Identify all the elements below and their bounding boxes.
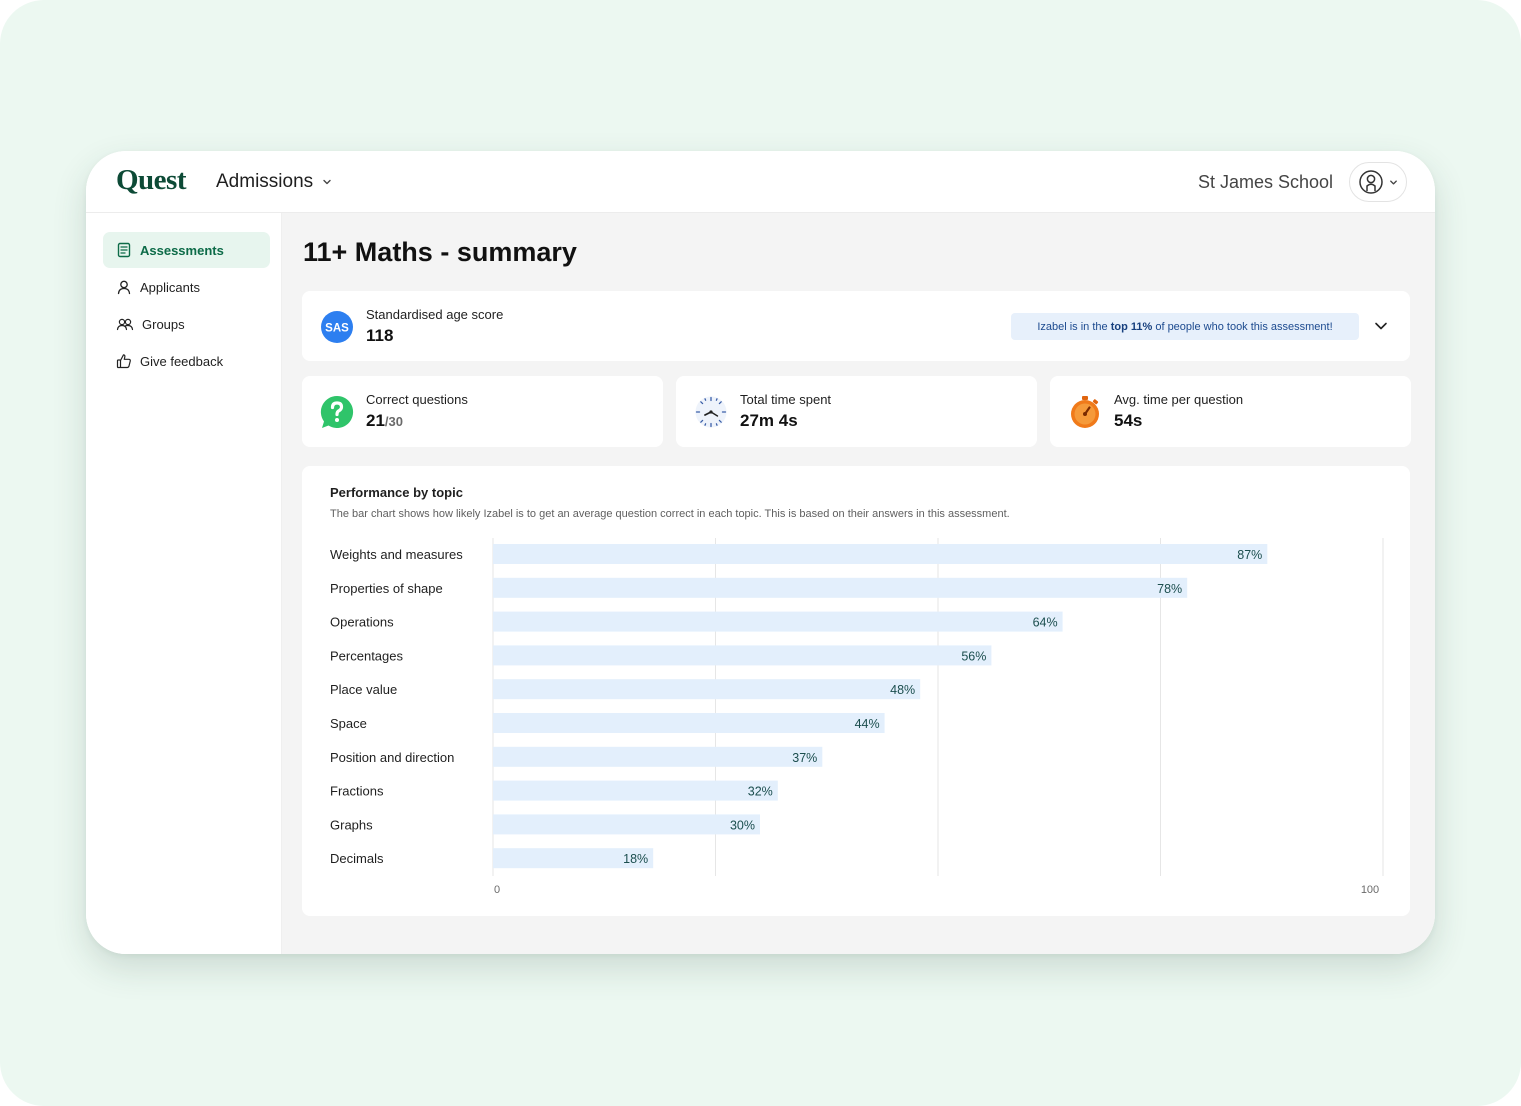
sidebar-item-label: Give feedback xyxy=(140,353,224,369)
category-label: Weights and measures xyxy=(330,547,463,562)
app-window: Quest Admissions St James School Assessm… xyxy=(86,151,1435,954)
sas-card: SAS Standardised age score 118 Izabel is… xyxy=(302,291,1410,361)
bar xyxy=(493,713,885,733)
correct-questions-card: Correct questions 21/30 xyxy=(302,376,663,447)
total-time-card: Total time spent 27m 4s xyxy=(676,376,1037,447)
category-label: Place value xyxy=(330,682,397,697)
bar xyxy=(493,544,1268,564)
main-content: 11+ Maths - summary SAS Standardised age… xyxy=(282,213,1435,954)
category-label: Graphs xyxy=(330,817,373,832)
total-count: /30 xyxy=(384,414,403,429)
sas-value: 118 xyxy=(366,326,394,345)
category-label: Space xyxy=(330,716,367,731)
quest-logo[interactable]: Quest xyxy=(116,164,187,197)
avg-time-card: Avg. time per question 54s xyxy=(1050,376,1411,447)
rank-banner: Izabel is in the top 11% of people who t… xyxy=(1011,313,1359,340)
sas-badge-icon: SAS xyxy=(321,311,353,343)
product-switcher[interactable]: Admissions xyxy=(216,171,333,193)
bar-value-label: 37% xyxy=(792,751,817,765)
x-tick-label: 100 xyxy=(1361,884,1379,896)
bar-value-label: 56% xyxy=(961,649,986,663)
correct-count: 21 xyxy=(366,411,385,430)
rank-highlight: top 11% xyxy=(1110,320,1153,333)
bar xyxy=(493,679,921,700)
product-switcher-label: Admissions xyxy=(216,171,314,192)
correct-questions-value: 21/30 xyxy=(366,411,403,431)
rank-suffix: of people who took this assessment! xyxy=(1152,320,1333,333)
performance-bar-chart: Weights and measures 87% Properties of sha… xyxy=(330,538,1384,896)
category-label: Operations xyxy=(330,615,394,630)
clock-icon xyxy=(695,396,727,428)
sas-label: Standardised age score xyxy=(366,307,504,322)
sidebar-item-applicants[interactable]: Applicants xyxy=(103,269,270,305)
page-title: 11+ Maths - summary xyxy=(303,237,577,267)
assessment-icon xyxy=(117,242,131,258)
category-label: Percentages xyxy=(330,648,403,663)
category-label: Fractions xyxy=(330,784,384,799)
expand-chevron-icon[interactable] xyxy=(1372,317,1390,335)
bar xyxy=(493,814,760,835)
top-bar: Quest Admissions St James School xyxy=(86,151,1435,213)
sidebar-item-label: Assessments xyxy=(140,242,224,258)
svg-text:SAS: SAS xyxy=(325,323,349,335)
sidebar-item-give-feedback[interactable]: Give feedback xyxy=(103,343,270,379)
bar xyxy=(493,611,1063,632)
sidebar-item-label: Groups xyxy=(142,316,185,332)
x-tick-label: 0 xyxy=(494,884,500,896)
sidebar: Assessments Applicants Groups Give feedb… xyxy=(86,213,282,954)
rank-prefix: Izabel is in the xyxy=(1037,320,1111,333)
bar xyxy=(493,577,1188,598)
bar-value-label: 64% xyxy=(1033,616,1058,630)
chevron-down-icon xyxy=(1389,179,1397,185)
group-icon xyxy=(116,318,134,331)
category-label: Decimals xyxy=(330,851,384,866)
category-label: Position and direction xyxy=(330,750,454,765)
performance-card: Performance by topic The bar chart shows… xyxy=(302,466,1410,916)
bar-value-label: 44% xyxy=(855,717,880,731)
account-menu-button[interactable] xyxy=(1349,162,1407,202)
user-avatar-icon xyxy=(1358,170,1383,194)
bar xyxy=(493,746,823,767)
school-name: St James School xyxy=(1197,172,1333,192)
user-icon xyxy=(117,280,131,295)
category-label: Properties of shape xyxy=(330,581,443,596)
bar-value-label: 30% xyxy=(730,818,755,832)
question-bubble-icon xyxy=(320,395,354,428)
chevron-down-icon xyxy=(323,179,331,185)
total-time-label: Total time spent xyxy=(740,392,832,407)
avg-time-value: 54s xyxy=(1114,411,1143,430)
bar xyxy=(493,645,992,666)
bar-value-label: 87% xyxy=(1237,548,1262,562)
sidebar-item-groups[interactable]: Groups xyxy=(103,306,270,342)
sidebar-item-label: Applicants xyxy=(140,279,200,295)
thumbs-up-icon xyxy=(116,354,131,369)
bar-value-label: 78% xyxy=(1157,582,1182,596)
sidebar-item-assessments[interactable]: Assessments xyxy=(103,232,270,268)
bar-value-label: 32% xyxy=(748,785,773,799)
avg-time-label: Avg. time per question xyxy=(1114,392,1244,407)
stopwatch-icon xyxy=(1071,396,1099,428)
bar-value-label: 48% xyxy=(890,683,915,697)
bar xyxy=(493,780,778,801)
bar-value-label: 18% xyxy=(623,852,648,866)
correct-questions-label: Correct questions xyxy=(366,392,468,407)
total-time-value: 27m 4s xyxy=(740,411,798,430)
